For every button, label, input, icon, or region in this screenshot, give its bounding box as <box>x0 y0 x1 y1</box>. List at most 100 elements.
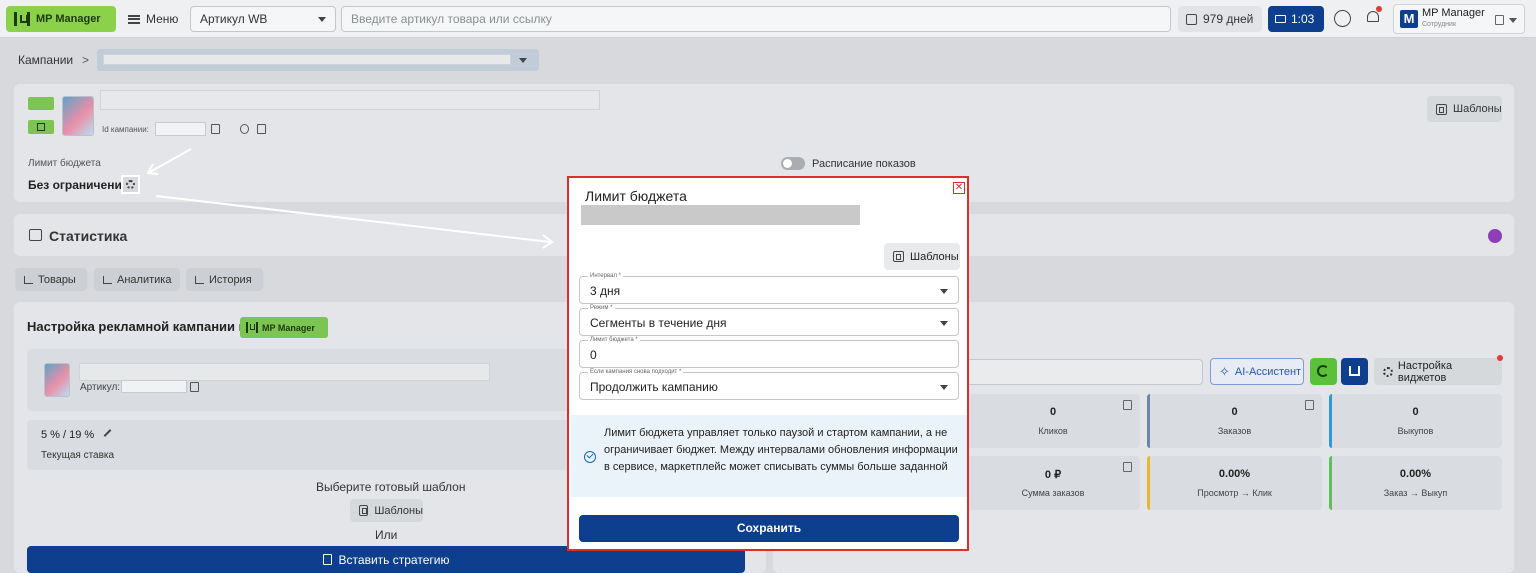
chevron-down-icon <box>940 289 948 294</box>
marketplace-select[interactable]: Артикул WB <box>190 6 336 32</box>
campaign-id-value <box>155 122 206 136</box>
smile-icon[interactable] <box>1334 10 1351 27</box>
metric-label: Просмотр → Клик <box>1197 488 1272 498</box>
clipboard-icon <box>322 554 332 565</box>
calendar-icon[interactable] <box>257 124 266 134</box>
campaign-select[interactable] <box>97 49 539 71</box>
expand-icon[interactable] <box>1488 229 1502 243</box>
metric-value: 0 <box>1049 406 1057 418</box>
redacted-product-title <box>100 90 600 110</box>
video-timer-button[interactable]: 1:03 <box>1268 6 1324 32</box>
logo-text: MP Manager <box>36 13 101 25</box>
budget-label: Лимит бюджета <box>28 158 101 169</box>
close-icon[interactable]: ✕ <box>953 182 965 194</box>
or-label: Или <box>375 528 398 542</box>
template-icon <box>1436 103 1447 115</box>
field-value: 3 дня <box>590 284 621 298</box>
notification-dot <box>1376 6 1382 12</box>
metric-buyouts: 0 Выкупов <box>1329 394 1502 448</box>
status-badge <box>28 97 54 110</box>
templates-button[interactable]: Шаблоны <box>350 499 423 522</box>
breadcrumb-campaigns[interactable]: Кампании <box>18 53 73 67</box>
copy-icon[interactable] <box>1495 15 1504 25</box>
calendar-icon <box>1186 13 1197 25</box>
breadcrumb-separator: > <box>82 53 90 67</box>
refresh-button[interactable] <box>1310 358 1337 385</box>
check-circle-icon <box>584 451 596 463</box>
schedule-toggle[interactable] <box>781 157 805 170</box>
redacted-modal-subtitle <box>581 205 860 225</box>
tab-history[interactable]: История <box>186 268 263 291</box>
notifications-button[interactable] <box>1366 6 1382 25</box>
modal-templates-button[interactable]: Шаблоны <box>884 243 960 270</box>
marketplace-select-value: Артикул WB <box>200 12 268 26</box>
schedule-label: Расписание показов <box>812 158 916 170</box>
days-label: 979 дней <box>1203 12 1254 26</box>
save-button[interactable]: Сохранить <box>579 515 959 542</box>
play-icon[interactable] <box>28 120 54 134</box>
metric-orders: 0 Заказов <box>1147 394 1322 448</box>
templates-button[interactable]: Шаблоны <box>1427 96 1502 122</box>
budget-limit-input[interactable]: Лимит бюджета * 0 <box>579 336 959 368</box>
metric-order-sum: 0 ₽ Сумма заказов <box>966 456 1140 510</box>
app-logo[interactable]: MP Manager <box>6 6 116 32</box>
metric-accent <box>1147 456 1150 510</box>
metric-accent <box>1147 394 1150 448</box>
chart-line-icon <box>24 275 33 284</box>
bell-icon <box>1367 11 1379 22</box>
mode-select[interactable]: Режим * Сегменты в течение дня <box>579 304 959 336</box>
ai-assistant-button[interactable]: ✧ AI-Ассистент <box>1210 358 1304 385</box>
copy-icon[interactable] <box>211 124 220 134</box>
ai-assistant-label: AI-Ассистент <box>1234 365 1302 378</box>
chevron-down-icon <box>318 17 326 22</box>
subscription-days-button[interactable]: 979 дней <box>1178 6 1262 32</box>
metric-accent <box>1329 394 1332 448</box>
gear-icon <box>1383 366 1393 377</box>
widget-search-input[interactable] <box>966 359 1203 385</box>
gear-icon <box>126 180 135 189</box>
product-thumbnail <box>44 363 70 397</box>
tab-label: История <box>209 273 252 286</box>
bar-chart-icon <box>103 275 112 284</box>
templates-label: Шаблоны <box>1453 103 1502 115</box>
interval-select[interactable]: Интервал * 3 дня <box>579 272 959 304</box>
copy-icon[interactable] <box>1123 462 1132 472</box>
template-icon <box>359 505 369 516</box>
metric-label: Кликов <box>1038 426 1068 436</box>
metric-order-to-buyout: 0.00% Заказ → Выкуп <box>1329 456 1502 510</box>
profile-role: Сотрудник <box>1422 21 1457 28</box>
budget-settings-button[interactable] <box>121 175 140 194</box>
metric-accent <box>1329 456 1332 510</box>
mp-manager-badge: MP Manager <box>240 317 328 338</box>
copy-icon[interactable] <box>1123 400 1132 410</box>
field-value: 0 <box>590 348 597 362</box>
metric-value: 0 <box>1412 406 1419 418</box>
tab-analytics[interactable]: Аналитика <box>94 268 180 291</box>
history-icon <box>195 275 204 284</box>
field-label: Интервал * <box>588 272 623 280</box>
download-icon <box>1349 366 1360 376</box>
download-button[interactable] <box>1341 358 1368 385</box>
profile-menu[interactable]: M MP Manager Сотрудник <box>1393 4 1525 34</box>
field-value: Сегменты в течение дня <box>590 316 727 330</box>
info-text: Лимит бюджета управляет только паузой и … <box>604 427 958 473</box>
chevron-down-icon <box>1509 18 1517 23</box>
field-label: Если кампания снова подходит * <box>588 368 684 376</box>
modal-title: Лимит бюджета <box>585 188 687 204</box>
search-input[interactable] <box>341 6 1171 32</box>
insert-strategy-label: Вставить стратегию <box>338 552 450 567</box>
link-icon[interactable] <box>240 124 249 134</box>
resume-behavior-select[interactable]: Если кампания снова подходит * Продолжит… <box>579 368 959 400</box>
templates-label: Шаблоны <box>374 504 423 517</box>
refresh-icon <box>1317 365 1329 377</box>
current-rate-value: 5 % / 19 % <box>41 429 95 441</box>
tab-label: Аналитика <box>117 273 172 286</box>
copy-icon[interactable] <box>1305 400 1314 410</box>
widget-settings-button[interactable]: Настройка виджетов <box>1374 358 1502 385</box>
hamburger-icon <box>128 14 140 24</box>
tab-products[interactable]: Товары <box>15 268 87 291</box>
copy-icon[interactable] <box>190 382 199 392</box>
chevron-down-icon <box>519 58 527 63</box>
menu-button[interactable]: Меню <box>122 6 184 32</box>
settings-title: Настройка рекламной кампании в <box>27 319 247 334</box>
